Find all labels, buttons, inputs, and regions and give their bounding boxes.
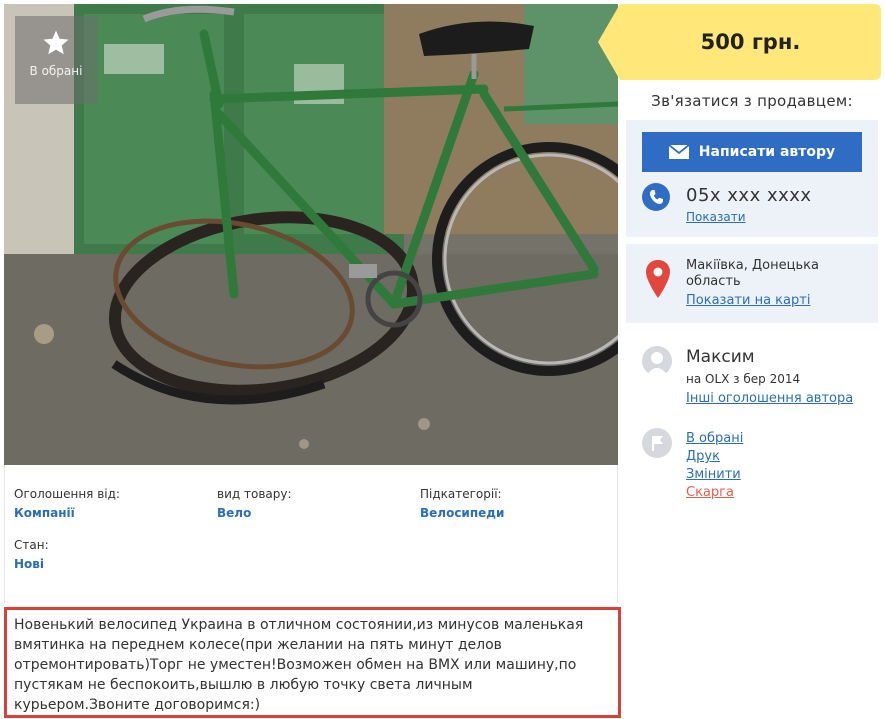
seller-since: на OLX з бер 2014 [686,372,801,386]
phone-number: 05x xxx xxxx [686,185,812,206]
contact-seller-title: Зв'язатися з продавцем: [651,92,853,110]
favorite-button[interactable]: В обрані [15,16,97,104]
attribute-subcategory: Підкатегорії: Велосипеди [420,487,504,520]
edit-link[interactable]: Змінити [686,467,741,482]
attribute-key: вид товару: [217,487,292,501]
write-author-label: Написати автору [698,144,836,160]
attribute-value[interactable]: Вело [217,506,292,520]
seller-name: Максим [686,347,755,367]
envelope-icon [668,145,689,159]
attribute-value[interactable]: Велосипеди [420,506,504,520]
show-on-map-link[interactable]: Показати на карті [686,293,810,308]
print-link[interactable]: Друк [686,449,720,464]
attribute-value[interactable]: Нові [14,557,49,571]
phone-icon [642,183,670,211]
attribute-condition: Стан: Нові [14,538,49,571]
map-pin-icon [646,260,670,298]
attribute-key: Підкатегорії: [420,487,502,501]
write-author-button[interactable]: Написати автору [642,132,862,172]
attribute-key: Оголошення від: [14,487,120,501]
flag-icon [642,428,672,458]
attribute-value[interactable]: Компанії [14,506,120,520]
favorite-label: В обрані [29,64,83,78]
price: 500 грн. [700,30,801,54]
location-text: Макіївка, Донецька область [686,258,819,289]
listing-attributes: Оголошення від: Компанії вид товару: Вел… [4,465,618,603]
attribute-offer-from: Оголошення від: Компанії [14,487,120,520]
user-icon [646,352,668,376]
avatar [642,346,672,376]
other-ads-link[interactable]: Інші оголошення автора [686,391,853,406]
show-phone-link[interactable]: Показати [686,210,746,224]
star-icon [43,30,69,55]
attribute-key: Стан: [14,538,49,552]
report-link[interactable]: Скарга [686,485,734,500]
location-panel: Макіївка, Донецька область Показати на к… [626,244,878,323]
add-to-favorites-link[interactable]: В обрані [686,431,743,446]
contact-panel: Написати автору 05x xxx xxxx Показати [626,120,878,237]
price-tag: 500 грн. [598,4,881,80]
attribute-product-type: вид товару: Вело [217,487,292,520]
listing-description: Новенький велосипед Украина в отличном с… [4,607,621,718]
